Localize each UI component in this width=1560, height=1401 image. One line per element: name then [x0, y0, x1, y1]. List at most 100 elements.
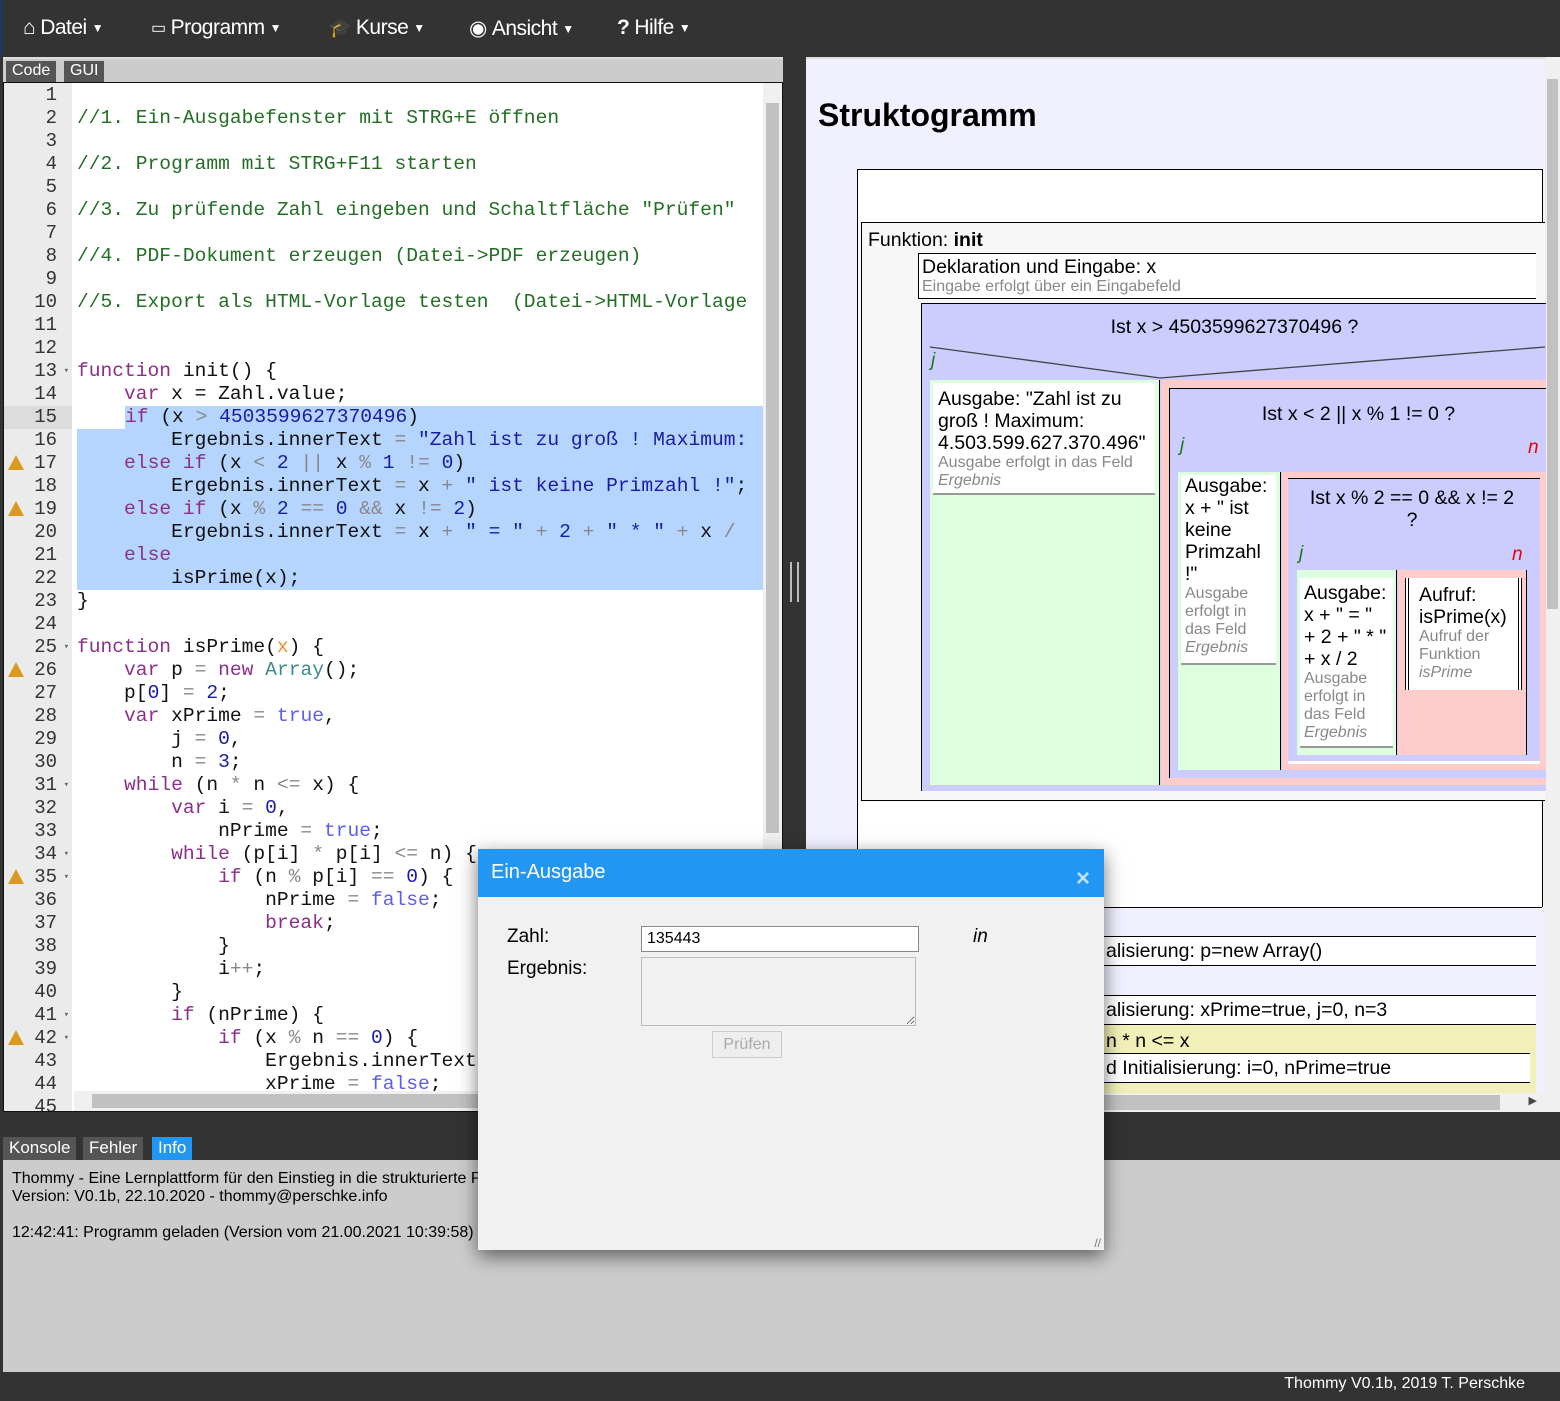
code-token: n [300, 1027, 336, 1049]
code-token: Ergebnis.innerText [77, 1050, 477, 1072]
line-number: 45 [4, 1096, 72, 1112]
code-token: } [77, 981, 183, 1003]
line-number: 44 [4, 1073, 72, 1096]
line-number: 38 [4, 935, 72, 958]
text-line: x + " = " [1304, 604, 1373, 626]
code-token: if [218, 1027, 242, 1049]
code-token: ++ [229, 958, 254, 980]
text-line: keine [1185, 519, 1232, 541]
tab-fehler[interactable]: Fehler [83, 1137, 144, 1160]
output-block: Ausgabe: x + " ist keine Primzahl !" Aus… [1181, 475, 1276, 665]
pruefen-button[interactable]: Prüfen [712, 1031, 782, 1058]
ergebnis-output[interactable] [641, 957, 916, 1026]
output-block: Ausgabe: x + " = " + 2 + " * " + x / 2 A… [1300, 578, 1393, 748]
line-number-text: 37 [34, 912, 57, 934]
code-token: break [265, 912, 324, 934]
text-line: Aufruf der [1419, 628, 1490, 645]
line-number-text: 43 [34, 1050, 57, 1072]
condition: Ist x < 2 || x % 1 != 0 ? [1261, 403, 1456, 425]
code-token: 0 [359, 1027, 383, 1049]
text-line: !" [1185, 563, 1198, 585]
no-label: n [1528, 437, 1539, 458]
code-token: if [171, 1004, 195, 1026]
text-line: Funktion [1419, 646, 1481, 663]
code-token: xPrime [77, 1073, 348, 1093]
yes-label: j [931, 350, 936, 371]
text-line: groß ! Maximum: [938, 410, 1085, 432]
condition: Ist x % 2 == 0 && x != 2? [1288, 487, 1536, 531]
ein-ausgabe-dialog: Ein-Ausgabe × Zahl: Ergebnis: Prüfen in … [478, 849, 1104, 1250]
scrollbar-thumb[interactable] [1090, 1095, 1500, 1110]
zahl-label: Zahl: [507, 926, 550, 947]
arrow-right-icon[interactable]: ▶ [1529, 1094, 1537, 1107]
code-token: = [347, 1073, 360, 1093]
text-line: erfolgt in [1304, 688, 1366, 705]
text-line: das Feld [1185, 621, 1247, 638]
field-name: Ergebnis [1304, 724, 1368, 741]
loop-condition: n * n <= x [1106, 1030, 1190, 1052]
line-number-text: 44 [34, 1073, 57, 1095]
line-number-text: 40 [34, 981, 57, 1003]
line-number-text: 45 [34, 1096, 57, 1112]
no-label: n [1512, 544, 1523, 565]
text-line: Primzahl [1185, 541, 1261, 563]
dialog-header[interactable]: Ein-Ausgabe [478, 849, 1104, 897]
line-number-text: 42 [34, 1027, 57, 1049]
text-line: 4.503.599.627.370.496" [938, 432, 1146, 454]
code-token: (nPrime) { [194, 1004, 324, 1026]
dialog-title: Ein-Ausgabe [491, 861, 606, 883]
fold-arrow-icon[interactable]: ▾ [64, 1004, 69, 1027]
line-number: 39 [4, 958, 72, 981]
text-line: Aufruf: [1419, 584, 1477, 606]
code-token: i [77, 958, 230, 980]
code-token: == [335, 1027, 360, 1049]
line-number-text: 39 [34, 958, 57, 980]
line-number-text: 38 [34, 935, 57, 957]
resize-handle-icon[interactable]: // [1094, 1236, 1101, 1250]
function-name: isPrime [1419, 664, 1473, 681]
text-line: isPrime(x) [1419, 606, 1507, 628]
declaration-row: d Initialisierung: i=0, nPrime=true [1090, 1053, 1530, 1083]
close-icon[interactable]: × [1076, 865, 1090, 893]
fold-arrow-icon[interactable]: ▾ [64, 1027, 69, 1050]
in-label: in [973, 926, 988, 947]
declaration-row: alisierung: xPrime=true, j=0, n=3 [1090, 995, 1536, 1025]
code-token: ) { [382, 1027, 419, 1049]
code-token: } [77, 935, 230, 957]
tab-konsole[interactable]: Konsole [3, 1137, 77, 1160]
text-line: Ausgabe: [1185, 475, 1268, 497]
line-number: 37 [4, 912, 72, 935]
text-line: Ausgabe erfolgt in das Feld [938, 454, 1133, 471]
text-line: + 2 + " * " [1304, 626, 1387, 648]
text-line: ? [1406, 509, 1418, 531]
horizontal-scrollbar[interactable]: ▶ [1090, 1093, 1545, 1112]
tab-info[interactable]: Info [152, 1137, 193, 1160]
text-line: Ausgabe [1185, 585, 1249, 602]
code-token: ; [429, 1073, 442, 1093]
footer: Thommy V0.1b, 2019 T. Perschke [0, 1372, 1560, 1401]
line-number: 41 ▾ [4, 1004, 72, 1027]
line-number-text: 41 [34, 1004, 57, 1026]
field-name: Ergebnis [938, 472, 1002, 489]
warning-icon[interactable] [8, 1030, 24, 1045]
call-block: Aufruf: isPrime(x) Aufruf der Funktion i… [1405, 578, 1522, 690]
code-token: ; [323, 912, 336, 934]
code-token: (x [241, 1027, 289, 1049]
text-line: x + " ist [1185, 497, 1249, 519]
text-line: + x / 2 [1304, 648, 1358, 670]
output-block: Ausgabe: "Zahl ist zu groß ! Maximum: 4.… [933, 383, 1155, 495]
code-token: % [288, 1027, 301, 1049]
zahl-input[interactable] [641, 926, 919, 952]
text-line: Ist x % 2 == 0 && x != 2 [1309, 487, 1515, 509]
line-number: 43 [4, 1050, 72, 1073]
yes-label: j [1180, 435, 1185, 456]
code-token: ; [253, 958, 266, 980]
field-name: Ergebnis [1185, 639, 1249, 656]
text-line: erfolgt in [1185, 603, 1247, 620]
code-token: false [359, 1073, 430, 1093]
text-line: das Feld [1304, 706, 1366, 723]
scrollbar-thumb[interactable] [92, 1094, 492, 1108]
